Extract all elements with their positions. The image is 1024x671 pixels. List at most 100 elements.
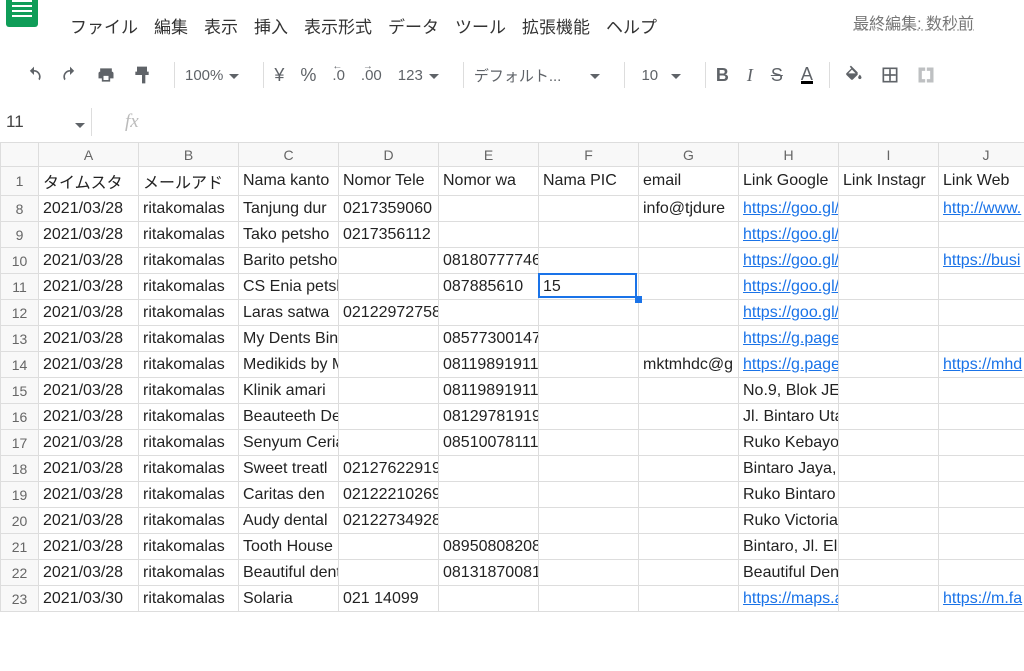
cell[interactable]: 085100781118 [439,430,539,456]
text-color-button[interactable]: A [801,67,813,84]
cell[interactable]: 081318700811 [439,560,539,586]
cell[interactable]: ritakomalas [139,352,239,378]
cell[interactable]: 081297819191 [439,404,539,430]
cell[interactable]: 02122210269 [339,482,439,508]
cell[interactable]: 2021/03/28 [39,534,139,560]
row-header-22[interactable]: 22 [1,560,39,586]
cell[interactable] [439,456,539,482]
cell[interactable]: Beautiful Dental Clinic, Jln Bintaro u [739,560,839,586]
cell[interactable]: CS Enia petshop [239,274,339,300]
cell[interactable]: Tako petsho [239,222,339,248]
row-header-1[interactable]: 1 [1,167,39,196]
cell[interactable] [339,404,439,430]
row-header-14[interactable]: 14 [1,352,39,378]
cell[interactable]: 02122972758 [339,300,439,326]
cell[interactable] [839,430,939,456]
row-header-15[interactable]: 15 [1,378,39,404]
cell[interactable] [439,482,539,508]
cell[interactable]: Link Instagr [839,167,939,196]
cell[interactable]: https://maps.app.goo.gl/ [739,586,839,612]
cell[interactable] [839,534,939,560]
row-header-8[interactable]: 8 [1,196,39,222]
cell[interactable]: email [639,167,739,196]
cell[interactable]: 02127622919 [339,456,439,482]
column-header-I[interactable]: I [839,143,939,167]
cell[interactable]: ritakomalas [139,196,239,222]
cell[interactable]: Nomor wa [439,167,539,196]
strikethrough-button[interactable]: S [771,65,783,86]
cell[interactable]: ritakomalas [139,248,239,274]
cell[interactable] [839,222,939,248]
cell[interactable] [939,508,1024,534]
redo-button[interactable] [56,61,84,89]
cell[interactable]: Sweet treatl [239,456,339,482]
cell[interactable]: 2021/03/28 [39,326,139,352]
more-formats-button[interactable]: 123 [398,67,423,84]
cell[interactable] [539,222,639,248]
cell[interactable] [839,352,939,378]
cell[interactable] [539,196,639,222]
cell[interactable]: ritakomalas [139,300,239,326]
spreadsheet-grid[interactable]: ABCDEFGHIJ 1タイムスタメールアドNama kantoNomor Te… [0,142,1024,671]
menu-拡張機能[interactable]: 拡張機能 [522,13,590,38]
cell[interactable] [539,482,639,508]
cell[interactable] [539,534,639,560]
cell[interactable]: Klinik amari [239,378,339,404]
cell[interactable] [839,456,939,482]
cell[interactable]: My Dents Bintaro [239,326,339,352]
cell[interactable]: Bintaro Jaya, Ruko Sentra Menteng [739,456,839,482]
cell[interactable]: ritakomalas [139,274,239,300]
cell[interactable] [339,560,439,586]
cell[interactable]: ritakomalas [139,326,239,352]
formula-bar[interactable] [155,108,1024,136]
cell[interactable] [339,378,439,404]
cell[interactable]: ritakomalas [139,482,239,508]
cell[interactable]: 2021/03/28 [39,248,139,274]
cell[interactable]: ritakomalas [139,534,239,560]
cell[interactable] [539,300,639,326]
cell[interactable]: 081807777461 [439,248,539,274]
print-button[interactable] [92,61,120,89]
fill-color-button[interactable] [840,61,868,89]
cell[interactable]: 0217359060 [339,196,439,222]
column-header-F[interactable]: F [539,143,639,167]
cell[interactable]: ritakomalas [139,430,239,456]
menu-ファイル[interactable]: ファイル [70,13,138,38]
paint-format-button[interactable] [128,61,156,89]
cell[interactable]: info@tjdure [639,196,739,222]
cell[interactable]: Beauteeth Dental [239,404,339,430]
cell[interactable] [539,430,639,456]
column-header-D[interactable]: D [339,143,439,167]
cell[interactable] [839,404,939,430]
cell[interactable]: 087885610 [439,274,539,300]
cell[interactable] [639,482,739,508]
chevron-down-icon[interactable] [75,118,85,134]
column-header-G[interactable]: G [639,143,739,167]
cell[interactable]: https://mhd [939,352,1024,378]
currency-button[interactable]: ¥ [274,65,284,86]
cell[interactable] [639,300,739,326]
cell[interactable]: Beautiful dental [239,560,339,586]
cell[interactable]: 2021/03/30 [39,586,139,612]
cell[interactable] [939,430,1024,456]
cell[interactable] [939,378,1024,404]
menu-ヘルプ[interactable]: ヘルプ [606,13,657,38]
cell[interactable] [839,586,939,612]
cell[interactable]: 02122734928 [339,508,439,534]
cell[interactable] [939,560,1024,586]
cell[interactable] [939,404,1024,430]
cell[interactable]: 2021/03/28 [39,560,139,586]
cell[interactable] [539,586,639,612]
cell[interactable] [939,326,1024,352]
cell[interactable]: 2021/03/28 [39,378,139,404]
column-header-H[interactable]: H [739,143,839,167]
cell[interactable]: https://busi [939,248,1024,274]
chevron-down-icon[interactable] [590,69,602,81]
row-header-10[interactable]: 10 [1,248,39,274]
cell[interactable] [939,456,1024,482]
chevron-down-icon[interactable] [229,69,241,81]
cell[interactable] [639,404,739,430]
undo-button[interactable] [20,61,48,89]
cell[interactable]: メールアド [139,167,239,196]
column-header-B[interactable]: B [139,143,239,167]
